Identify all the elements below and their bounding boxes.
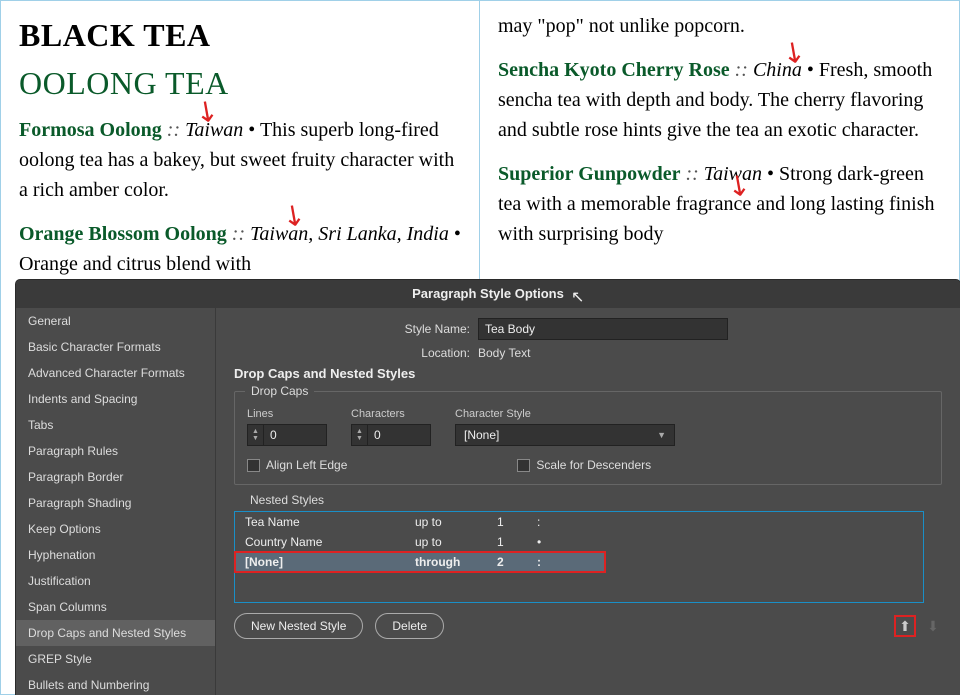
style-name-label: Style Name:: [234, 322, 478, 336]
checkbox-icon: [247, 459, 260, 472]
separator: ::: [680, 163, 703, 185]
tea-name: Superior Gunpowder: [498, 163, 680, 185]
location-label: Location:: [234, 346, 478, 360]
new-nested-style-button[interactable]: New Nested Style: [234, 613, 363, 639]
country-name: Taiwan: [704, 163, 762, 185]
sidebar-item[interactable]: Hyphenation: [16, 542, 215, 568]
sidebar-item[interactable]: Indents and Spacing: [16, 386, 215, 412]
lines-spinner[interactable]: ▲▼ 0: [247, 424, 327, 446]
separator: ::: [227, 223, 250, 245]
sidebar-item[interactable]: Tabs: [16, 412, 215, 438]
tea-paragraph: Sencha Kyoto Cherry Rose :: China • Fres…: [498, 55, 941, 145]
sidebar-item[interactable]: Paragraph Shading: [16, 490, 215, 516]
spinner-arrows-icon[interactable]: ▲▼: [352, 425, 368, 445]
char-style-value: [None]: [464, 428, 499, 442]
nested-style-name: [None]: [245, 555, 415, 569]
section-title: Drop Caps and Nested Styles: [234, 366, 942, 381]
char-style-select[interactable]: [None] ▼: [455, 424, 675, 446]
nested-style-blank: [235, 572, 923, 602]
scale-descenders-checkbox[interactable]: Scale for Descenders: [517, 458, 651, 472]
nested-style-delim: :: [537, 555, 595, 569]
characters-label: Characters: [351, 408, 431, 420]
paragraph-style-options-dialog: Paragraph Style Options GeneralBasic Cha…: [16, 280, 960, 695]
scale-descenders-label: Scale for Descenders: [536, 458, 651, 472]
style-name-input[interactable]: [478, 318, 728, 340]
move-up-button[interactable]: ⬆: [896, 617, 914, 635]
lines-label: Lines: [247, 408, 327, 420]
nested-style-row-selected[interactable]: [None] through 2 :: [235, 552, 605, 572]
align-left-label: Align Left Edge: [266, 458, 347, 472]
char-style-label: Character Style: [455, 408, 675, 420]
dialog-main: Style Name: Location: Body Text Drop Cap…: [216, 308, 960, 695]
spinner-arrows-icon[interactable]: ▲▼: [248, 425, 264, 445]
nested-style-name: Tea Name: [245, 515, 415, 529]
heading-green: OOLONG TEA: [19, 59, 461, 107]
tea-name: Sencha Kyoto Cherry Rose: [498, 59, 730, 81]
tea-name: Orange Blossom Oolong: [19, 223, 227, 245]
separator: ::: [730, 59, 753, 81]
nested-style-count: 1: [497, 515, 537, 529]
checkbox-icon: [517, 459, 530, 472]
drop-caps-group: Drop Caps Lines ▲▼ 0 Characters ▲▼ 0: [234, 391, 942, 485]
lines-value: 0: [264, 428, 283, 442]
sidebar-item[interactable]: Span Columns: [16, 594, 215, 620]
drop-caps-legend: Drop Caps: [245, 384, 314, 398]
dialog-sidebar: GeneralBasic Character FormatsAdvanced C…: [16, 308, 216, 695]
sidebar-item[interactable]: Paragraph Border: [16, 464, 215, 490]
nested-style-delim: •: [537, 535, 913, 549]
tea-paragraph: Orange Blossom Oolong :: Taiwan, Sri Lan…: [19, 219, 461, 279]
characters-value: 0: [368, 428, 387, 442]
nested-style-op: up to: [415, 515, 497, 529]
sidebar-item[interactable]: Basic Character Formats: [16, 334, 215, 360]
nested-style-row[interactable]: Country Name up to 1 •: [235, 532, 923, 552]
country-name: China: [753, 59, 802, 81]
separator: ::: [162, 119, 185, 141]
nested-style-count: 2: [497, 555, 537, 569]
tea-name: Formosa Oolong: [19, 119, 162, 141]
location-value: Body Text: [478, 346, 530, 360]
delete-button[interactable]: Delete: [375, 613, 444, 639]
tea-paragraph: Formosa Oolong :: Taiwan • This superb l…: [19, 115, 461, 205]
nested-styles-table[interactable]: Tea Name up to 1 : Country Name up to 1 …: [234, 511, 924, 603]
tea-paragraph: Superior Gunpowder :: Taiwan • Strong da…: [498, 159, 941, 249]
dialog-title[interactable]: Paragraph Style Options: [16, 280, 960, 308]
reorder-buttons: ⬆ ⬇: [896, 617, 942, 635]
country-name: Taiwan: [185, 119, 243, 141]
sidebar-item[interactable]: GREP Style: [16, 646, 215, 672]
characters-spinner[interactable]: ▲▼ 0: [351, 424, 431, 446]
align-left-checkbox[interactable]: Align Left Edge: [247, 458, 347, 472]
sidebar-item[interactable]: General: [16, 308, 215, 334]
sidebar-item[interactable]: Paragraph Rules: [16, 438, 215, 464]
sidebar-item[interactable]: Keep Options: [16, 516, 215, 542]
nested-styles-group: Nested Styles Tea Name up to 1 : Country…: [234, 501, 942, 639]
nested-style-op: up to: [415, 535, 497, 549]
chevron-down-icon: ▼: [657, 430, 666, 440]
nested-style-delim: :: [537, 515, 913, 529]
sidebar-item[interactable]: Drop Caps and Nested Styles: [16, 620, 215, 646]
move-down-button[interactable]: ⬇: [924, 617, 942, 635]
sidebar-item[interactable]: Advanced Character Formats: [16, 360, 215, 386]
tea-body: may "pop" not unlike popcorn.: [498, 11, 941, 41]
sidebar-item[interactable]: Justification: [16, 568, 215, 594]
heading-black: BLACK TEA: [19, 11, 461, 59]
nested-style-name: Country Name: [245, 535, 415, 549]
nested-style-row[interactable]: Tea Name up to 1 :: [235, 512, 923, 532]
country-name: Taiwan, Sri Lanka, India: [250, 223, 449, 245]
nested-styles-legend: Nested Styles: [244, 493, 330, 507]
nested-style-op: through: [415, 555, 497, 569]
sidebar-item[interactable]: Bullets and Numbering: [16, 672, 215, 695]
nested-style-count: 1: [497, 535, 537, 549]
